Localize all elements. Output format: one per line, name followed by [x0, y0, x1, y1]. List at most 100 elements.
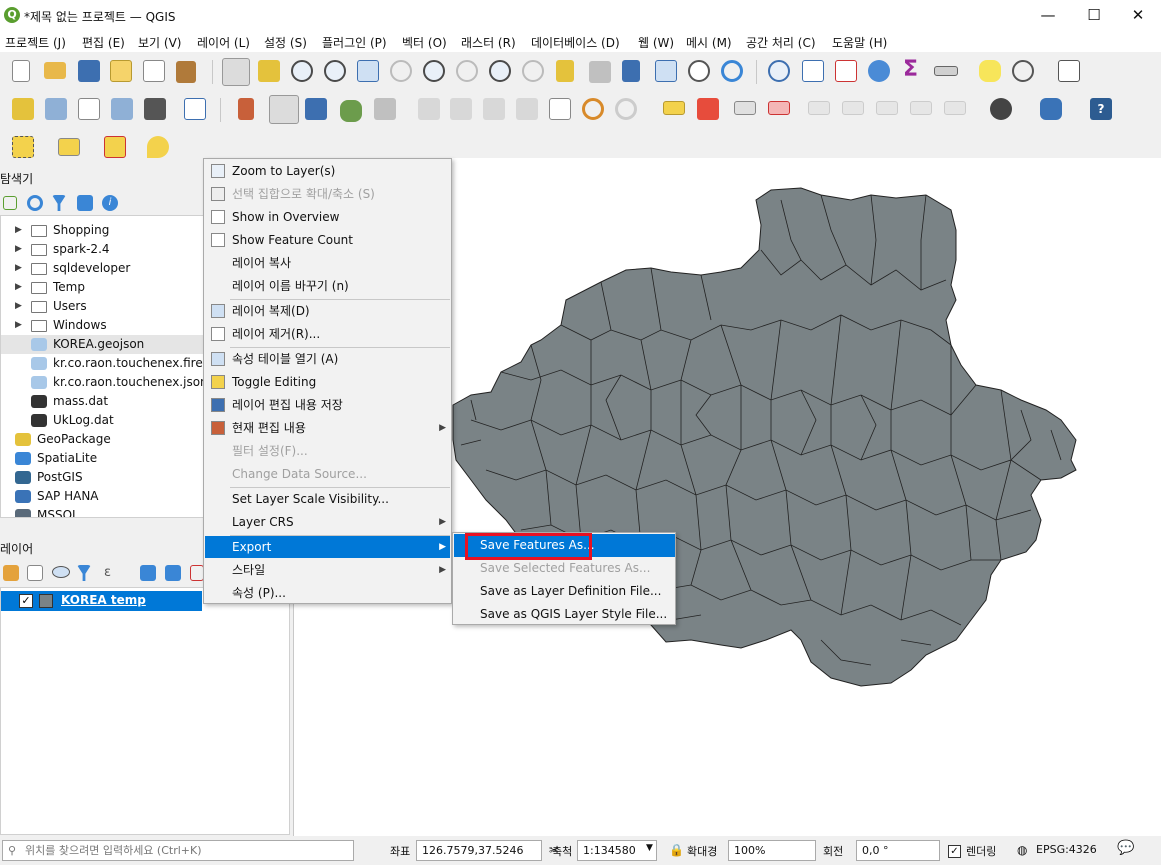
- toggle-editing-icon[interactable]: [269, 95, 299, 124]
- browser-item[interactable]: MSSQL: [1, 506, 203, 517]
- crs-globe-icon[interactable]: ◍: [1017, 843, 1027, 857]
- remove-layer-icon[interactable]: [190, 565, 204, 581]
- pin-labels-icon[interactable]: [734, 101, 756, 115]
- expand-arrow-icon[interactable]: ▶: [15, 316, 22, 335]
- open-project-icon[interactable]: [44, 62, 66, 79]
- save-layer-definition-item[interactable]: Save as Layer Definition File...: [454, 580, 675, 603]
- label-properties-icon[interactable]: [910, 101, 932, 115]
- browser-item[interactable]: PostGIS: [1, 468, 203, 487]
- context-menu-item[interactable]: Toggle Editing: [205, 371, 450, 393]
- menu-mesh[interactable]: 메시 (M): [686, 34, 732, 51]
- render-checkbox[interactable]: ✓: [948, 845, 961, 858]
- context-menu-item[interactable]: Show Feature Count: [205, 229, 450, 251]
- coordinate-field[interactable]: 126.7579,37.5246: [416, 840, 542, 861]
- context-menu-item[interactable]: 스타일 ▶: [205, 559, 450, 581]
- show-bookmarks-icon[interactable]: [655, 60, 677, 82]
- zoom-out-icon[interactable]: [324, 60, 346, 82]
- context-menu-item[interactable]: Layer CRS ▶: [205, 511, 450, 533]
- minimize-button[interactable]: —: [1025, 0, 1071, 31]
- style-manager-icon[interactable]: [176, 61, 196, 83]
- context-menu-item[interactable]: 선택 집합으로 확대/축소 (S): [205, 183, 450, 205]
- expand-all-icon[interactable]: [140, 565, 156, 581]
- redo-icon[interactable]: [615, 98, 637, 120]
- menu-plugins[interactable]: 플러그인 (P): [322, 34, 387, 51]
- filter-expression-icon[interactable]: ε: [104, 565, 111, 580]
- pan-to-selection-icon[interactable]: [258, 60, 280, 82]
- browser-item[interactable]: ▶ Windows: [1, 316, 203, 335]
- layout-manager-icon[interactable]: [143, 60, 165, 82]
- browser-item[interactable]: GeoPackage: [1, 430, 203, 449]
- scale-dropdown-icon[interactable]: ▼: [646, 843, 653, 853]
- menu-project[interactable]: 프로젝트 (J): [5, 34, 66, 51]
- close-button[interactable]: ✕: [1115, 0, 1161, 31]
- browser-item[interactable]: ▶ spark-2.4: [1, 240, 203, 259]
- statistics-icon[interactable]: [835, 60, 857, 82]
- menu-web[interactable]: 웹 (W): [638, 34, 674, 51]
- context-menu-item[interactable]: Change Data Source...: [205, 463, 450, 485]
- filter-legend-icon[interactable]: [77, 565, 91, 581]
- browser-item[interactable]: SAP HANA: [1, 487, 203, 506]
- context-menu-item[interactable]: Zoom to Layer(s): [205, 160, 450, 182]
- locate-icon[interactable]: [1012, 60, 1034, 82]
- layer-diagram-icon[interactable]: [697, 98, 719, 120]
- modify-attributes-icon[interactable]: [418, 98, 440, 120]
- new-map-view-icon[interactable]: [556, 60, 574, 82]
- context-menu-item[interactable]: 속성 (P)...: [205, 582, 450, 604]
- select-features-icon[interactable]: [12, 136, 34, 158]
- lock-scale-icon[interactable]: 🔒: [669, 843, 684, 857]
- add-polygon-icon[interactable]: [340, 100, 362, 122]
- refresh-browser-icon[interactable]: [27, 195, 43, 211]
- new-print-layout-icon[interactable]: [110, 60, 132, 82]
- zoom-next-icon[interactable]: [522, 60, 544, 82]
- browser-item[interactable]: ▶ Shopping: [1, 221, 203, 240]
- plugin-icon[interactable]: [990, 98, 1012, 120]
- context-menu-item[interactable]: 현재 편집 내용 ▶: [205, 417, 450, 439]
- measure-line-icon[interactable]: [934, 66, 958, 76]
- menu-settings[interactable]: 설정 (S): [264, 34, 307, 51]
- new-bookmark-icon[interactable]: [622, 60, 640, 82]
- label-callout-icon[interactable]: [944, 101, 966, 115]
- sigma-icon[interactable]: Σ: [903, 57, 918, 82]
- new-spatialite-layer-icon[interactable]: [111, 98, 133, 120]
- menu-database[interactable]: 데이터베이스 (D): [531, 34, 620, 51]
- deselect-features-icon[interactable]: [104, 136, 126, 158]
- new-temporary-layer-icon[interactable]: [144, 98, 166, 120]
- browser-item[interactable]: mass.dat: [1, 392, 203, 411]
- browser-item[interactable]: ▶ Temp: [1, 278, 203, 297]
- change-label-icon[interactable]: [876, 101, 898, 115]
- menu-layer[interactable]: 레이어 (L): [197, 34, 250, 51]
- delete-selected-icon[interactable]: [450, 98, 472, 120]
- select-by-value-icon[interactable]: [58, 138, 80, 156]
- filter-browser-icon[interactable]: [52, 195, 66, 211]
- zoom-to-layer-icon[interactable]: [423, 60, 445, 82]
- context-menu-item[interactable]: 레이어 이름 바꾸기 (n): [205, 275, 450, 297]
- context-menu-item[interactable]: 속성 테이블 열기 (A): [205, 348, 450, 370]
- save-project-icon[interactable]: [78, 60, 100, 82]
- new-project-icon[interactable]: [12, 60, 30, 82]
- messages-icon[interactable]: 💬: [1117, 840, 1134, 856]
- context-menu-item[interactable]: Show in Overview: [205, 206, 450, 228]
- context-menu-item[interactable]: 레이어 편집 내용 저장: [205, 394, 450, 416]
- rotation-field[interactable]: 0,0 °: [856, 840, 940, 861]
- context-menu-item[interactable]: 레이어 제거(R)...: [205, 323, 450, 345]
- context-menu-item[interactable]: 레이어 복제(D): [205, 300, 450, 322]
- text-annotation-icon[interactable]: [1058, 60, 1080, 82]
- label-tool-icon[interactable]: [663, 101, 685, 115]
- vertex-tool-icon[interactable]: [374, 98, 396, 120]
- magnifier-field[interactable]: 100%: [728, 840, 816, 861]
- manage-map-themes-icon[interactable]: [52, 566, 70, 578]
- identify-features-icon[interactable]: [768, 60, 790, 82]
- save-selected-features-as-item[interactable]: Save Selected Features As...: [454, 557, 675, 580]
- maximize-button[interactable]: ☐: [1071, 0, 1117, 31]
- browser-item[interactable]: KOREA.geojson: [1, 335, 203, 354]
- refresh-icon[interactable]: [721, 60, 743, 82]
- expand-arrow-icon[interactable]: ▶: [15, 259, 22, 278]
- map-tips-icon[interactable]: [979, 60, 1001, 82]
- menu-view[interactable]: 보기 (V): [138, 34, 181, 51]
- save-layer-style-item[interactable]: Save as QGIS Layer Style File...: [454, 603, 675, 626]
- processing-toolbox-icon[interactable]: [868, 60, 890, 82]
- new-geopackage-layer-icon[interactable]: [45, 98, 67, 120]
- temporal-controller-icon[interactable]: [688, 60, 710, 82]
- new-3d-view-icon[interactable]: [589, 61, 611, 83]
- properties-info-icon[interactable]: i: [102, 195, 118, 211]
